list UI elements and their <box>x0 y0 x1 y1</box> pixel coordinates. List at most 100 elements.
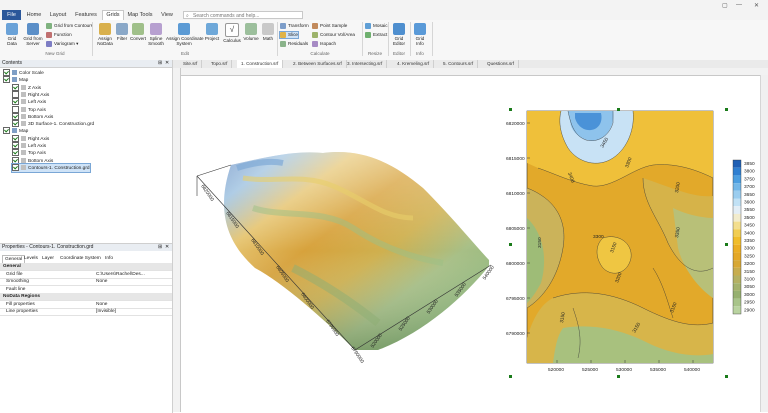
color-scale-swatch <box>733 275 741 284</box>
point-sample-button[interactable]: Point Sample <box>312 23 347 29</box>
property-value[interactable]: C:\Users\Rachel\Des... <box>96 271 145 278</box>
contents-item-label: Contours-1. Construction.grd <box>28 165 90 171</box>
document-tab[interactable]: Topo.srf <box>207 60 233 68</box>
color-scale-swatch <box>733 290 741 299</box>
spline-smooth-button[interactable]: Spline Smooth <box>147 23 165 46</box>
mosaic-button[interactable]: Mosaic <box>365 23 388 29</box>
surface-3d[interactable] <box>196 152 492 351</box>
math-button[interactable]: Math <box>261 23 275 41</box>
assign-coordinate-system-label: Assign Coordinate System <box>166 36 204 46</box>
visibility-checkbox[interactable] <box>12 142 19 149</box>
vertical-scrollbar[interactable] <box>760 75 768 412</box>
contents-item-label: Color Scale <box>19 70 44 76</box>
info-icon <box>414 23 426 35</box>
close-icon[interactable]: ✕ <box>165 60 169 67</box>
contour-vol-area-button[interactable]: Contour Vol/Area <box>312 32 355 38</box>
visibility-checkbox[interactable] <box>3 69 10 76</box>
filter-label: Filter <box>116 36 128 41</box>
property-row[interactable]: Line properties [Invisible] <box>0 308 172 316</box>
visibility-checkbox[interactable] <box>12 90 19 98</box>
tab-file[interactable]: File <box>2 10 21 20</box>
slice-button[interactable]: Slice <box>279 31 299 39</box>
filter-button[interactable]: Filter <box>115 23 129 41</box>
color-scale-label: 3500 <box>744 215 755 221</box>
close-icon[interactable]: ✕ <box>165 244 169 251</box>
visibility-checkbox[interactable] <box>3 127 10 135</box>
document-tab[interactable]: Site.srf <box>179 60 203 68</box>
map-y-tick-label: 6795000 <box>506 296 525 302</box>
visibility-checkbox[interactable] <box>12 83 19 91</box>
property-value[interactable]: [Invisible] <box>96 308 116 315</box>
tab-coordinate-system[interactable]: Coordinate System <box>58 255 103 262</box>
mosaic-icon <box>365 23 371 29</box>
grid-from-contours-button[interactable]: Grid from Contours <box>46 23 93 29</box>
isopach-button[interactable]: Isopach <box>312 41 336 47</box>
visibility-checkbox[interactable] <box>12 98 19 106</box>
pin-icon[interactable]: ⊞ <box>158 244 162 251</box>
contour-label: 3150 <box>537 237 543 248</box>
color-scale-swatch <box>733 183 741 191</box>
property-value[interactable]: None <box>96 301 107 308</box>
contour-map[interactable] <box>526 110 714 364</box>
color-scale-swatch <box>733 160 741 168</box>
property-key: Line properties <box>6 309 38 314</box>
calculus-button[interactable]: √ Calculus <box>223 23 241 43</box>
tab-levels[interactable]: Levels <box>22 255 40 262</box>
property-key: Fault line <box>6 286 26 292</box>
color-scale-label: 2950 <box>744 300 755 306</box>
volume-button[interactable]: Volume <box>242 23 260 41</box>
document-tab[interactable]: 3. Intersecting.srf <box>343 60 388 68</box>
math-label: Math <box>262 36 274 41</box>
document-tab[interactable]: Questions.srf <box>483 60 520 68</box>
tab-home[interactable]: Home <box>25 11 43 20</box>
grid-from-server-button[interactable]: Grid from Server <box>22 23 44 46</box>
contents-item[interactable]: Contours-1. Construction.grd <box>11 162 91 173</box>
color-scale[interactable]: 3850380037503700365036003550350034503400… <box>732 159 755 315</box>
variogram-button[interactable]: Variogram ▾ <box>46 41 78 47</box>
grid-data-button[interactable]: Grid Data <box>3 23 21 46</box>
visibility-checkbox[interactable] <box>12 120 19 128</box>
convert-button[interactable]: Convert <box>129 23 147 41</box>
color-scale-label: 3650 <box>744 192 755 198</box>
tab-layout[interactable]: Layout <box>47 11 69 20</box>
visibility-checkbox[interactable] <box>12 156 19 164</box>
visibility-checkbox[interactable] <box>12 105 19 113</box>
restore-icon[interactable]: ▢ <box>722 2 728 9</box>
tab-info[interactable]: Info <box>103 255 115 262</box>
grid-data-icon <box>6 23 18 35</box>
residuals-button[interactable]: Residuals <box>280 41 308 47</box>
minimize-icon[interactable]: — <box>736 2 742 8</box>
project-button[interactable]: Project <box>203 23 221 41</box>
tab-view[interactable]: View <box>158 11 176 20</box>
color-scale-swatch <box>733 206 741 214</box>
document-tab[interactable]: 4. Kremeling.srf <box>393 60 435 68</box>
color-scale-swatch <box>733 167 741 176</box>
map-y-tick-label: 6805000 <box>506 226 525 232</box>
contents-item-label: Left Axis <box>28 99 47 105</box>
transform-button[interactable]: Transform <box>280 23 309 29</box>
tab-features[interactable]: Features <box>73 11 99 20</box>
grid-editor-button[interactable]: Grid Editor <box>390 23 408 46</box>
visibility-checkbox[interactable] <box>12 112 19 120</box>
function-button[interactable]: Function <box>46 32 72 38</box>
visibility-checkbox[interactable] <box>3 76 10 84</box>
document-tab[interactable]: 5. Contours.srf <box>439 60 479 68</box>
tab-map-tools[interactable]: Map Tools <box>125 11 155 20</box>
assign-nodata-button[interactable]: Assign NoData <box>95 23 115 46</box>
document-tab[interactable]: 1. Construction.srf <box>237 60 284 68</box>
property-value[interactable]: None <box>96 278 107 285</box>
tab-layer[interactable]: Layer <box>40 255 56 262</box>
close-icon[interactable]: ✕ <box>754 2 759 9</box>
visibility-checkbox[interactable] <box>12 163 19 171</box>
layer-icon <box>21 113 26 119</box>
visibility-checkbox[interactable] <box>12 134 19 142</box>
search-input[interactable]: ⌕ Search commands and help... <box>183 11 303 19</box>
assign-coordinate-system-button[interactable]: Assign Coordinate System <box>166 23 204 46</box>
pin-icon[interactable]: ⊞ <box>158 60 162 67</box>
workspace-canvas: 6820000 6815000 6810000 6805000 6800000 67950… <box>196 108 755 378</box>
layer-icon <box>12 70 17 75</box>
document-tab[interactable]: 2. Between Surfaces.srf <box>289 60 347 68</box>
visibility-checkbox[interactable] <box>12 149 19 157</box>
grid-info-button[interactable]: Grid Info <box>412 23 428 46</box>
extract-button[interactable]: Extract <box>365 32 387 38</box>
